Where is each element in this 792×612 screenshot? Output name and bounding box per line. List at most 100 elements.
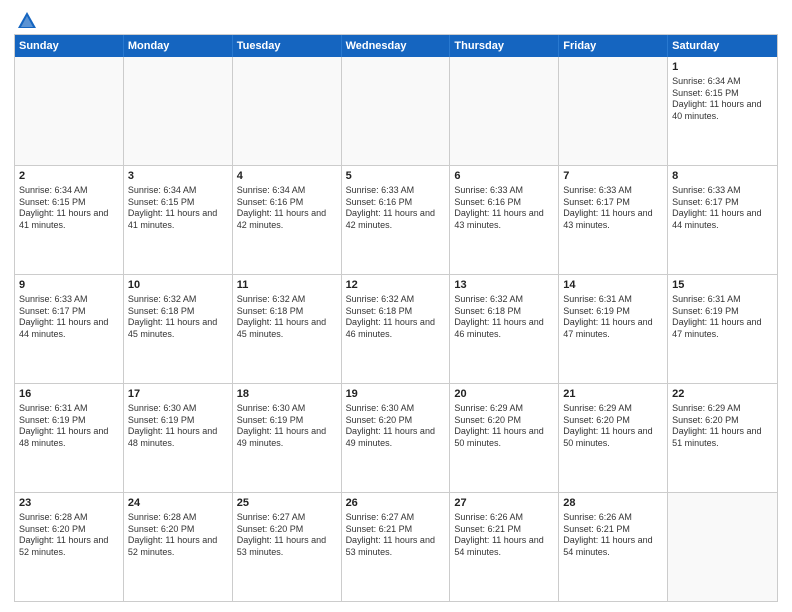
day-number: 6 — [454, 169, 554, 184]
calendar-cell: 28Sunrise: 6:26 AM Sunset: 6:21 PM Dayli… — [559, 493, 668, 601]
calendar-cell: 12Sunrise: 6:32 AM Sunset: 6:18 PM Dayli… — [342, 275, 451, 383]
calendar-header: SundayMondayTuesdayWednesdayThursdayFrid… — [15, 35, 777, 57]
day-number: 9 — [19, 278, 119, 293]
day-info: Sunrise: 6:30 AM Sunset: 6:20 PM Dayligh… — [346, 403, 446, 450]
day-number: 28 — [563, 496, 663, 511]
day-number: 2 — [19, 169, 119, 184]
calendar-cell: 2Sunrise: 6:34 AM Sunset: 6:15 PM Daylig… — [15, 166, 124, 274]
day-number: 1 — [672, 60, 773, 75]
calendar-cell — [450, 57, 559, 165]
day-number: 15 — [672, 278, 773, 293]
calendar-cell: 7Sunrise: 6:33 AM Sunset: 6:17 PM Daylig… — [559, 166, 668, 274]
calendar-cell: 15Sunrise: 6:31 AM Sunset: 6:19 PM Dayli… — [668, 275, 777, 383]
day-number: 8 — [672, 169, 773, 184]
calendar-cell: 21Sunrise: 6:29 AM Sunset: 6:20 PM Dayli… — [559, 384, 668, 492]
calendar-cell — [233, 57, 342, 165]
calendar-cell: 19Sunrise: 6:30 AM Sunset: 6:20 PM Dayli… — [342, 384, 451, 492]
day-number: 7 — [563, 169, 663, 184]
day-info: Sunrise: 6:34 AM Sunset: 6:15 PM Dayligh… — [19, 185, 119, 232]
day-info: Sunrise: 6:32 AM Sunset: 6:18 PM Dayligh… — [237, 294, 337, 341]
calendar-cell — [668, 493, 777, 601]
day-number: 5 — [346, 169, 446, 184]
day-header-friday: Friday — [559, 35, 668, 57]
day-info: Sunrise: 6:31 AM Sunset: 6:19 PM Dayligh… — [19, 403, 119, 450]
calendar-cell: 8Sunrise: 6:33 AM Sunset: 6:17 PM Daylig… — [668, 166, 777, 274]
day-number: 19 — [346, 387, 446, 402]
day-header-monday: Monday — [124, 35, 233, 57]
calendar-cell — [124, 57, 233, 165]
day-info: Sunrise: 6:29 AM Sunset: 6:20 PM Dayligh… — [563, 403, 663, 450]
day-header-sunday: Sunday — [15, 35, 124, 57]
page: SundayMondayTuesdayWednesdayThursdayFrid… — [0, 0, 792, 612]
day-info: Sunrise: 6:33 AM Sunset: 6:17 PM Dayligh… — [672, 185, 773, 232]
day-header-tuesday: Tuesday — [233, 35, 342, 57]
calendar-cell — [15, 57, 124, 165]
calendar-week-5: 23Sunrise: 6:28 AM Sunset: 6:20 PM Dayli… — [15, 492, 777, 601]
calendar-cell: 16Sunrise: 6:31 AM Sunset: 6:19 PM Dayli… — [15, 384, 124, 492]
calendar-cell — [342, 57, 451, 165]
day-info: Sunrise: 6:28 AM Sunset: 6:20 PM Dayligh… — [19, 512, 119, 559]
calendar-cell: 23Sunrise: 6:28 AM Sunset: 6:20 PM Dayli… — [15, 493, 124, 601]
calendar-cell: 22Sunrise: 6:29 AM Sunset: 6:20 PM Dayli… — [668, 384, 777, 492]
day-info: Sunrise: 6:34 AM Sunset: 6:16 PM Dayligh… — [237, 185, 337, 232]
day-info: Sunrise: 6:34 AM Sunset: 6:15 PM Dayligh… — [128, 185, 228, 232]
calendar-body: 1Sunrise: 6:34 AM Sunset: 6:15 PM Daylig… — [15, 57, 777, 601]
day-number: 10 — [128, 278, 228, 293]
logo-area — [14, 10, 38, 28]
day-number: 12 — [346, 278, 446, 293]
calendar-week-4: 16Sunrise: 6:31 AM Sunset: 6:19 PM Dayli… — [15, 383, 777, 492]
day-info: Sunrise: 6:31 AM Sunset: 6:19 PM Dayligh… — [672, 294, 773, 341]
calendar-cell: 5Sunrise: 6:33 AM Sunset: 6:16 PM Daylig… — [342, 166, 451, 274]
day-number: 26 — [346, 496, 446, 511]
day-number: 18 — [237, 387, 337, 402]
day-number: 17 — [128, 387, 228, 402]
calendar-cell: 11Sunrise: 6:32 AM Sunset: 6:18 PM Dayli… — [233, 275, 342, 383]
day-number: 24 — [128, 496, 228, 511]
day-number: 4 — [237, 169, 337, 184]
calendar-cell: 10Sunrise: 6:32 AM Sunset: 6:18 PM Dayli… — [124, 275, 233, 383]
calendar-cell: 13Sunrise: 6:32 AM Sunset: 6:18 PM Dayli… — [450, 275, 559, 383]
day-info: Sunrise: 6:32 AM Sunset: 6:18 PM Dayligh… — [454, 294, 554, 341]
day-info: Sunrise: 6:26 AM Sunset: 6:21 PM Dayligh… — [454, 512, 554, 559]
day-header-saturday: Saturday — [668, 35, 777, 57]
calendar-cell: 24Sunrise: 6:28 AM Sunset: 6:20 PM Dayli… — [124, 493, 233, 601]
day-number: 16 — [19, 387, 119, 402]
calendar-cell: 3Sunrise: 6:34 AM Sunset: 6:15 PM Daylig… — [124, 166, 233, 274]
calendar-cell: 18Sunrise: 6:30 AM Sunset: 6:19 PM Dayli… — [233, 384, 342, 492]
calendar-cell: 25Sunrise: 6:27 AM Sunset: 6:20 PM Dayli… — [233, 493, 342, 601]
calendar-week-2: 2Sunrise: 6:34 AM Sunset: 6:15 PM Daylig… — [15, 165, 777, 274]
day-number: 13 — [454, 278, 554, 293]
day-info: Sunrise: 6:27 AM Sunset: 6:20 PM Dayligh… — [237, 512, 337, 559]
day-info: Sunrise: 6:29 AM Sunset: 6:20 PM Dayligh… — [454, 403, 554, 450]
calendar-cell: 1Sunrise: 6:34 AM Sunset: 6:15 PM Daylig… — [668, 57, 777, 165]
day-number: 21 — [563, 387, 663, 402]
day-number: 20 — [454, 387, 554, 402]
day-header-thursday: Thursday — [450, 35, 559, 57]
calendar-cell — [559, 57, 668, 165]
calendar-cell: 26Sunrise: 6:27 AM Sunset: 6:21 PM Dayli… — [342, 493, 451, 601]
day-info: Sunrise: 6:27 AM Sunset: 6:21 PM Dayligh… — [346, 512, 446, 559]
day-number: 14 — [563, 278, 663, 293]
calendar-cell: 20Sunrise: 6:29 AM Sunset: 6:20 PM Dayli… — [450, 384, 559, 492]
day-info: Sunrise: 6:33 AM Sunset: 6:17 PM Dayligh… — [19, 294, 119, 341]
day-number: 22 — [672, 387, 773, 402]
calendar: SundayMondayTuesdayWednesdayThursdayFrid… — [14, 34, 778, 602]
calendar-cell: 4Sunrise: 6:34 AM Sunset: 6:16 PM Daylig… — [233, 166, 342, 274]
day-info: Sunrise: 6:26 AM Sunset: 6:21 PM Dayligh… — [563, 512, 663, 559]
calendar-cell: 6Sunrise: 6:33 AM Sunset: 6:16 PM Daylig… — [450, 166, 559, 274]
header — [14, 10, 778, 28]
day-info: Sunrise: 6:34 AM Sunset: 6:15 PM Dayligh… — [672, 76, 773, 123]
day-info: Sunrise: 6:28 AM Sunset: 6:20 PM Dayligh… — [128, 512, 228, 559]
calendar-week-1: 1Sunrise: 6:34 AM Sunset: 6:15 PM Daylig… — [15, 57, 777, 165]
day-number: 25 — [237, 496, 337, 511]
day-info: Sunrise: 6:32 AM Sunset: 6:18 PM Dayligh… — [128, 294, 228, 341]
calendar-cell: 17Sunrise: 6:30 AM Sunset: 6:19 PM Dayli… — [124, 384, 233, 492]
day-info: Sunrise: 6:29 AM Sunset: 6:20 PM Dayligh… — [672, 403, 773, 450]
day-info: Sunrise: 6:33 AM Sunset: 6:17 PM Dayligh… — [563, 185, 663, 232]
day-info: Sunrise: 6:33 AM Sunset: 6:16 PM Dayligh… — [346, 185, 446, 232]
calendar-cell: 14Sunrise: 6:31 AM Sunset: 6:19 PM Dayli… — [559, 275, 668, 383]
day-header-wednesday: Wednesday — [342, 35, 451, 57]
day-number: 3 — [128, 169, 228, 184]
day-info: Sunrise: 6:30 AM Sunset: 6:19 PM Dayligh… — [237, 403, 337, 450]
day-info: Sunrise: 6:32 AM Sunset: 6:18 PM Dayligh… — [346, 294, 446, 341]
